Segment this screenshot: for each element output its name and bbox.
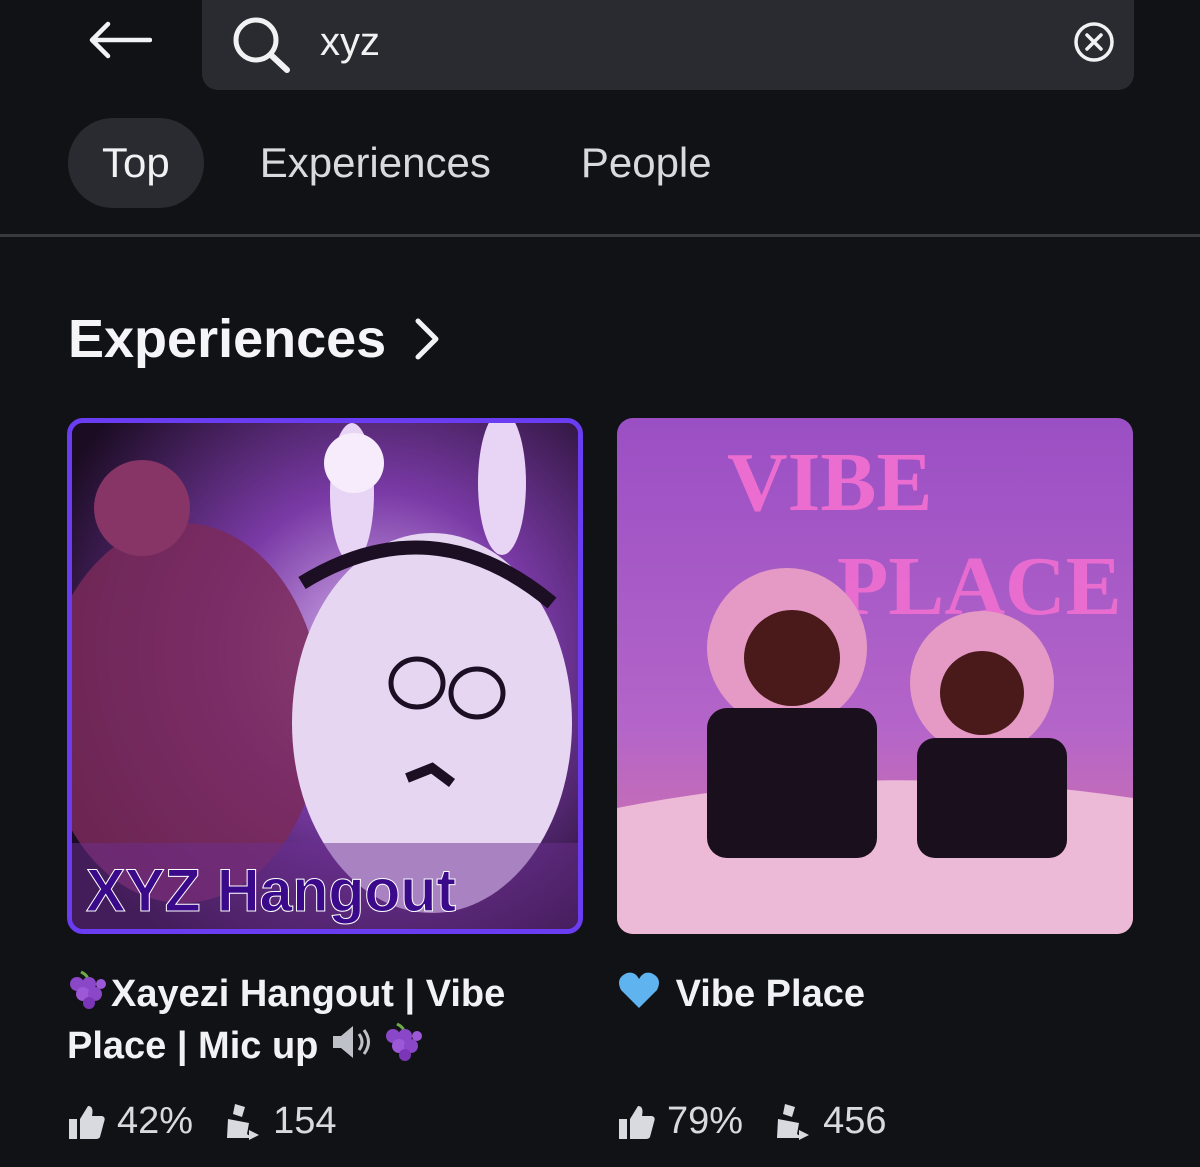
experience-card[interactable]: VIBE PLACE Vibe Place 79% 456 [617, 418, 1133, 1143]
experience-title-text: Vibe Place [675, 973, 865, 1015]
thumbnail-text: XYZ Hangout [86, 857, 456, 924]
player-icon [223, 1102, 263, 1142]
clear-search-button[interactable] [1070, 20, 1118, 64]
thumbnail-text-line1: VIBE [727, 436, 932, 529]
rating-value: 79% [667, 1100, 744, 1142]
experience-stats: 42% 154 [67, 1100, 583, 1143]
experience-card[interactable]: XYZ Hangout Xayezi Hangout | Vibe Place … [67, 418, 583, 1143]
blue-heart-emoji-icon [617, 970, 661, 1022]
players-stat: 456 [773, 1100, 886, 1143]
speaker-emoji-icon [329, 1022, 379, 1066]
experience-thumbnail[interactable]: VIBE PLACE [617, 418, 1133, 934]
thumbs-up-icon [617, 1102, 657, 1142]
section-title: Experiences [68, 309, 387, 369]
experiences-section-link[interactable]: Experiences [68, 308, 442, 370]
rating-stat: 79% [617, 1100, 743, 1143]
experience-thumbnail[interactable]: XYZ Hangout [67, 418, 583, 934]
back-arrow-icon [89, 21, 152, 59]
grapes-emoji-icon [383, 1022, 423, 1066]
experience-stats: 79% 456 [617, 1100, 1133, 1143]
players-stat: 154 [223, 1100, 336, 1143]
search-bar [202, 0, 1140, 90]
player-icon [773, 1102, 813, 1142]
rating-stat: 42% [67, 1100, 193, 1143]
back-button[interactable] [78, 14, 160, 66]
players-value: 456 [823, 1100, 887, 1142]
rating-value: 42% [117, 1100, 194, 1142]
clear-icon [1074, 22, 1114, 62]
filter-tabs: Top Experiences People [68, 118, 746, 208]
experience-title-text: Xayezi Hangout | Vibe Place | Mic up [67, 973, 506, 1066]
tab-experiences[interactable]: Experiences [226, 118, 525, 208]
players-value: 154 [273, 1100, 337, 1142]
search-input[interactable] [320, 14, 1140, 70]
experience-title: Vibe Place [617, 970, 1133, 1066]
chevron-right-icon [412, 317, 442, 361]
tab-top[interactable]: Top [68, 118, 204, 208]
grapes-emoji-icon [67, 970, 107, 1022]
tab-people[interactable]: People [547, 118, 746, 208]
tabs-divider [0, 234, 1200, 237]
thumbs-up-icon [67, 1102, 107, 1142]
experience-title: Xayezi Hangout | Vibe Place | Mic up [67, 970, 583, 1066]
search-icon [230, 16, 294, 74]
